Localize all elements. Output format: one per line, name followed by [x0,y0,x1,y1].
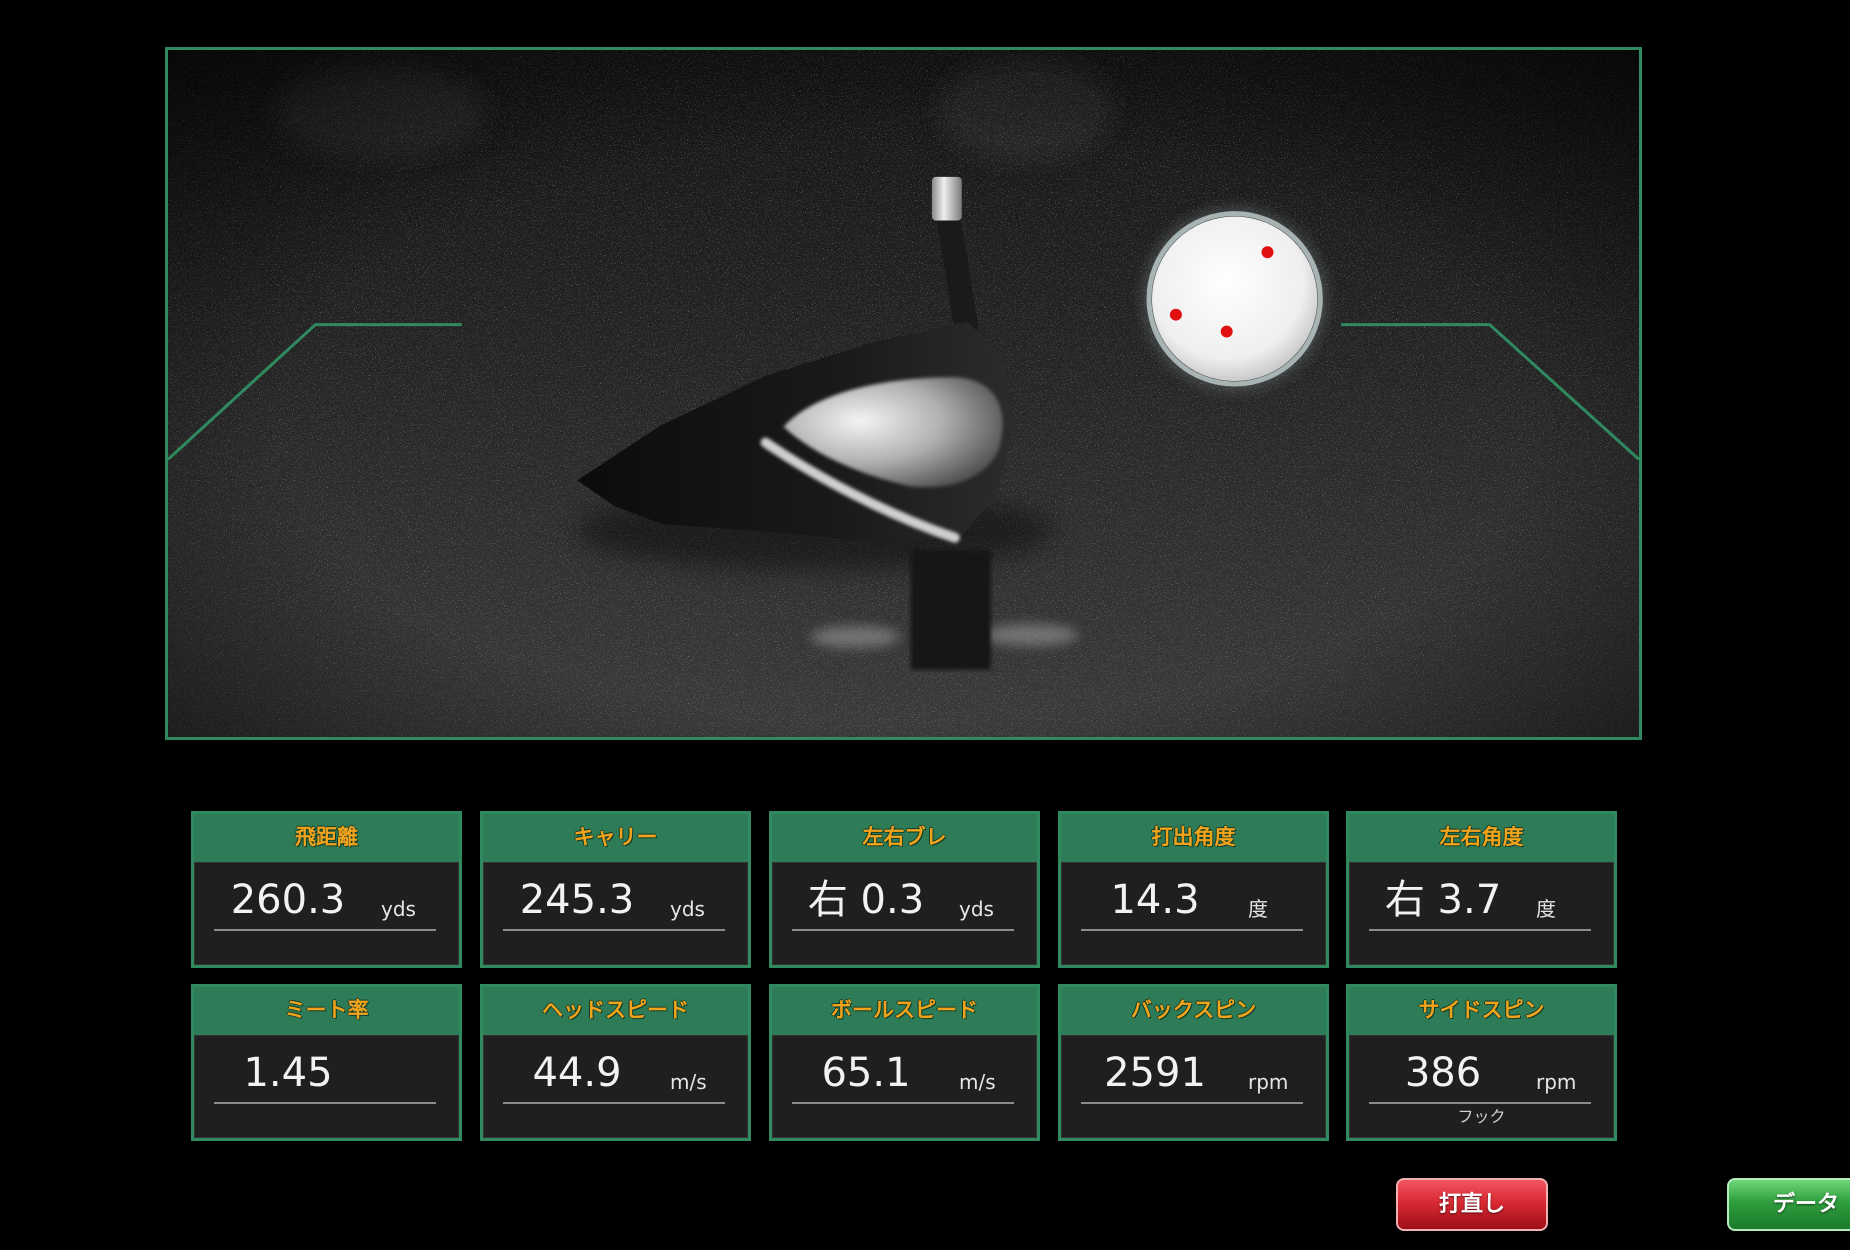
value-underline [1081,1102,1303,1104]
metric-unit: yds [959,897,994,921]
metric-card-total-distance: 飛距離 260.3 yds [191,811,462,968]
metric-value: 260.3 [230,877,346,923]
value-underline [503,929,725,931]
value-underline [1369,1102,1591,1104]
metric-unit: yds [381,897,416,921]
value-underline [792,1102,1014,1104]
metric-body: 386 rpm フック [1349,1035,1614,1138]
metric-value: 44.9 [532,1050,622,1096]
metric-label: ミート率 [194,987,459,1035]
metric-unit: rpm [1536,1070,1577,1094]
metric-card-head-speed: ヘッドスピード 44.9 m/s [480,984,751,1141]
metric-value: 右 0.3 [807,877,925,923]
metric-value: 65.1 [821,1050,911,1096]
metric-body: 右 0.3 yds [772,862,1037,965]
metric-card-carry: キャリー 245.3 yds [480,811,751,968]
metric-card-launch-angle: 打出角度 14.3 度 [1058,811,1329,968]
metric-unit: rpm [1248,1070,1289,1094]
metric-label: ヘッドスピード [483,987,748,1035]
metric-label: サイドスピン [1349,987,1614,1035]
metric-label: キャリー [483,814,748,862]
metric-body: 右 3.7 度 [1349,862,1614,965]
impact-camera-frame [165,47,1642,740]
metric-label: バックスピン [1061,987,1326,1035]
metric-body: 14.3 度 [1061,862,1326,965]
metric-value: 2591 [1104,1050,1206,1096]
metric-value: 右 3.7 [1384,877,1502,923]
metric-label: ボールスピード [772,987,1037,1035]
data-button[interactable]: データ [1727,1178,1850,1231]
metric-value: 245.3 [519,877,635,923]
metric-body: 44.9 m/s [483,1035,748,1138]
metric-body: 260.3 yds [194,862,459,965]
value-underline [792,929,1014,931]
metric-card-back-spin: バックスピン 2591 rpm [1058,984,1329,1141]
metric-unit: m/s [959,1070,996,1094]
metric-card-smash-factor: ミート率 1.45 [191,984,462,1141]
metric-label: 打出角度 [1061,814,1326,862]
metric-value: 1.45 [243,1050,333,1096]
metric-card-side-spin: サイドスピン 386 rpm フック [1346,984,1617,1141]
value-underline [503,1102,725,1104]
metric-body: 245.3 yds [483,862,748,965]
metric-unit: yds [670,897,705,921]
value-underline [214,1102,436,1104]
spin-direction-label: フック [1457,1107,1506,1126]
metric-unit: 度 [1248,897,1268,921]
retry-shot-button[interactable]: 打直し [1396,1178,1548,1231]
metric-card-ball-speed: ボールスピード 65.1 m/s [769,984,1040,1141]
metric-value: 14.3 [1110,877,1200,923]
metric-label: 左右ブレ [772,814,1037,862]
value-underline [214,929,436,931]
lens-vignette [168,50,1639,737]
impact-camera-image [168,50,1639,737]
value-underline [1369,929,1591,931]
metric-unit: 度 [1536,897,1556,921]
metric-card-lateral-deviation: 左右ブレ 右 0.3 yds [769,811,1040,968]
value-underline [1081,929,1303,931]
metric-label: 飛距離 [194,814,459,862]
metric-body: 65.1 m/s [772,1035,1037,1138]
metric-value: 386 [1404,1050,1482,1096]
metric-card-horizontal-angle: 左右角度 右 3.7 度 [1346,811,1617,968]
metric-body: 1.45 [194,1035,459,1138]
metric-unit: m/s [670,1070,707,1094]
metric-body: 2591 rpm [1061,1035,1326,1138]
metric-label: 左右角度 [1349,814,1614,862]
